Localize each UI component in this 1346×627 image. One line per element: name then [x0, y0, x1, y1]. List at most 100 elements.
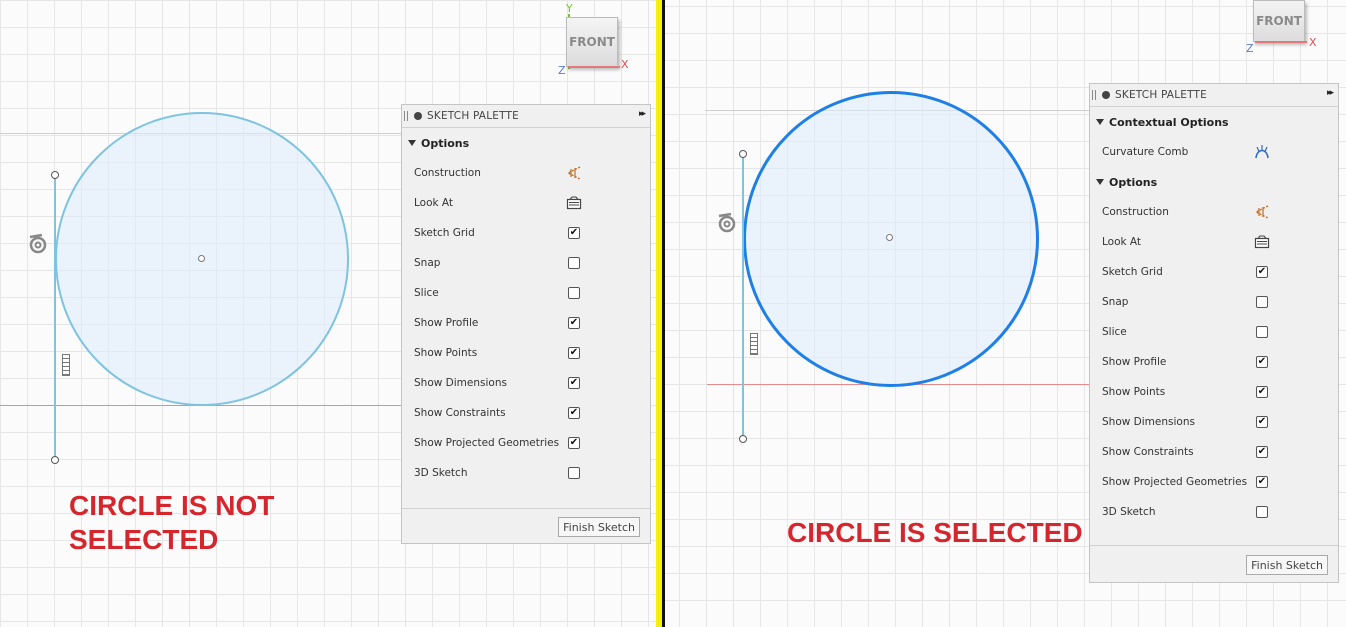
palette-row-look-at[interactable]: Look At — [402, 188, 650, 218]
unchecked-checkbox[interactable] — [568, 257, 580, 269]
collapse-dot-icon[interactable] — [1102, 91, 1110, 99]
collapse-triangle-icon[interactable] — [1096, 179, 1104, 185]
palette-row-show-constraints[interactable]: Show Constraints ✔ — [1090, 437, 1338, 467]
palette-row-show-constraints[interactable]: Show Constraints ✔ — [402, 398, 650, 428]
collapse-dot-icon[interactable] — [414, 112, 422, 120]
checked-checkbox[interactable]: ✔ — [1256, 416, 1268, 428]
checkbox[interactable] — [566, 285, 582, 301]
checkbox[interactable]: ✔ — [1254, 384, 1270, 400]
options-section-header[interactable]: Options — [402, 128, 650, 158]
sketch-line[interactable] — [742, 155, 744, 438]
checkbox[interactable]: ✔ — [566, 405, 582, 421]
checkbox[interactable] — [566, 255, 582, 271]
palette-row-snap[interactable]: Snap — [402, 248, 650, 278]
palette-row-show-points[interactable]: Show Points ✔ — [1090, 377, 1338, 407]
palette-row-construction[interactable]: Construction — [402, 158, 650, 188]
drag-handle-icon[interactable] — [1092, 90, 1096, 100]
checked-checkbox[interactable]: ✔ — [1256, 386, 1268, 398]
finish-sketch-button[interactable]: Finish Sketch — [558, 517, 640, 537]
palette-row-show-profile[interactable]: Show Profile ✔ — [402, 308, 650, 338]
viewcube-front-face[interactable]: FRONT — [566, 17, 618, 67]
row-label: Show Projected Geometries — [1102, 476, 1248, 488]
palette-row-show-dimensions[interactable]: Show Dimensions ✔ — [1090, 407, 1338, 437]
line-endpoint-bottom[interactable] — [51, 456, 59, 464]
unchecked-checkbox[interactable] — [568, 287, 580, 299]
palette-row-sketch-grid[interactable]: Sketch Grid ✔ — [402, 218, 650, 248]
checkbox[interactable]: ✔ — [566, 435, 582, 451]
checked-checkbox[interactable]: ✔ — [568, 377, 580, 389]
checkbox[interactable]: ✔ — [1254, 444, 1270, 460]
circle-center-point[interactable] — [886, 234, 893, 241]
palette-row-slice[interactable]: Slice — [1090, 317, 1338, 347]
palette-row-look-at[interactable]: Look At — [1090, 227, 1338, 257]
unchecked-checkbox[interactable] — [568, 467, 580, 479]
checked-checkbox[interactable]: ✔ — [568, 227, 580, 239]
expand-icon[interactable]: ▸▸ — [1327, 88, 1334, 98]
checked-checkbox[interactable]: ✔ — [568, 437, 580, 449]
construction-icon[interactable] — [1254, 204, 1270, 220]
checked-checkbox[interactable]: ✔ — [1256, 476, 1268, 488]
sketch-canvas-right[interactable]: FRONT X Z CIRCLE IS SELECTED SKETCH PALE… — [665, 0, 1346, 627]
unchecked-checkbox[interactable] — [1256, 326, 1268, 338]
checkbox[interactable]: ✔ — [1254, 264, 1270, 280]
palette-row-show-projected-geometries[interactable]: Show Projected Geometries ✔ — [402, 428, 650, 458]
checkbox[interactable]: ✔ — [566, 225, 582, 241]
checkbox[interactable]: ✔ — [566, 315, 582, 331]
palette-row-snap[interactable]: Snap — [1090, 287, 1338, 317]
palette-row-construction[interactable]: Construction — [1090, 197, 1338, 227]
palette-header[interactable]: SKETCH PALETTE ▸▸ — [402, 105, 650, 128]
unchecked-checkbox[interactable] — [1256, 296, 1268, 308]
palette-row-show-projected-geometries[interactable]: Show Projected Geometries ✔ — [1090, 467, 1338, 497]
look-at-icon[interactable] — [566, 195, 582, 211]
contextual-options-section-header[interactable]: Contextual Options — [1090, 107, 1338, 137]
viewcube-front-face[interactable]: FRONT — [1253, 0, 1305, 42]
palette-row-sketch-grid[interactable]: Sketch Grid ✔ — [1090, 257, 1338, 287]
line-endpoint-bottom[interactable] — [739, 435, 747, 443]
checkbox[interactable] — [1254, 294, 1270, 310]
palette-row-curvature-comb[interactable]: Curvature Comb — [1090, 137, 1338, 167]
collapse-triangle-icon[interactable] — [1096, 119, 1104, 125]
checked-checkbox[interactable]: ✔ — [568, 407, 580, 419]
palette-row-slice[interactable]: Slice — [402, 278, 650, 308]
options-section-header[interactable]: Options — [1090, 167, 1338, 197]
checkbox[interactable]: ✔ — [1254, 354, 1270, 370]
checked-checkbox[interactable]: ✔ — [568, 347, 580, 359]
palette-row-show-profile[interactable]: Show Profile ✔ — [1090, 347, 1338, 377]
checkbox[interactable]: ✔ — [566, 375, 582, 391]
finish-sketch-button[interactable]: Finish Sketch — [1246, 555, 1328, 575]
row-label: Show Points — [1102, 386, 1166, 398]
palette-row-3d-sketch[interactable]: 3D Sketch — [1090, 497, 1338, 527]
checkbox[interactable] — [566, 465, 582, 481]
sketch-canvas-left[interactable]: Y FRONT X Z CIRCLE IS NOT SELECTED SKETC… — [0, 0, 656, 627]
checkbox[interactable] — [1254, 324, 1270, 340]
tangent-constraint-icon[interactable] — [28, 233, 50, 259]
checkbox[interactable]: ✔ — [1254, 414, 1270, 430]
sketch-line[interactable] — [54, 175, 56, 460]
palette-row-show-points[interactable]: Show Points ✔ — [402, 338, 650, 368]
checkbox[interactable] — [1254, 504, 1270, 520]
drag-handle-icon[interactable] — [404, 111, 408, 121]
palette-header[interactable]: SKETCH PALETTE ▸▸ — [1090, 84, 1338, 107]
line-endpoint-top[interactable] — [51, 171, 59, 179]
checkbox[interactable]: ✔ — [1254, 474, 1270, 490]
vertical-constraint-icon[interactable] — [62, 354, 70, 376]
checked-checkbox[interactable]: ✔ — [1256, 356, 1268, 368]
sketch-palette: SKETCH PALETTE ▸▸ Options Construction Lo… — [401, 104, 651, 544]
curvature-comb-icon[interactable] — [1254, 144, 1270, 160]
look-at-icon[interactable] — [1254, 234, 1270, 250]
checked-checkbox[interactable]: ✔ — [1256, 266, 1268, 278]
tangent-constraint-icon[interactable] — [717, 212, 739, 238]
construction-icon[interactable] — [566, 165, 582, 181]
checkbox[interactable]: ✔ — [566, 345, 582, 361]
palette-row-3d-sketch[interactable]: 3D Sketch — [402, 458, 650, 488]
vertical-constraint-icon[interactable] — [750, 333, 758, 355]
row-label: Sketch Grid — [1102, 266, 1163, 278]
expand-icon[interactable]: ▸▸ — [639, 109, 646, 119]
checked-checkbox[interactable]: ✔ — [568, 317, 580, 329]
collapse-triangle-icon[interactable] — [408, 140, 416, 146]
checked-checkbox[interactable]: ✔ — [1256, 446, 1268, 458]
circle-center-point[interactable] — [198, 255, 205, 262]
unchecked-checkbox[interactable] — [1256, 506, 1268, 518]
palette-row-show-dimensions[interactable]: Show Dimensions ✔ — [402, 368, 650, 398]
line-endpoint-top[interactable] — [739, 150, 747, 158]
